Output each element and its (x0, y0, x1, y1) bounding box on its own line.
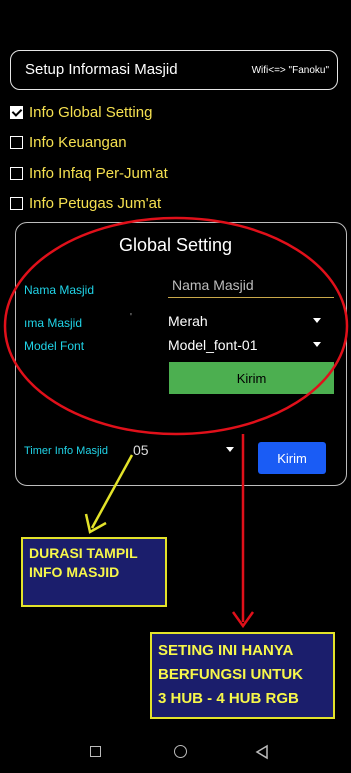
yellow-arrow-line (90, 454, 134, 529)
durasi-note: DURASI TAMPIL INFO MASJID (21, 537, 167, 607)
annotation-ellipse (3, 216, 349, 436)
durasi-line-1: DURASI TAMPIL (29, 545, 138, 561)
home-icon[interactable] (174, 745, 187, 758)
recent-apps-icon[interactable] (90, 746, 101, 757)
seting-line-1: SETING INI HANYA (158, 642, 294, 659)
seting-note: SETING INI HANYA BERFUNGSI UNTUK 3 HUB -… (150, 632, 335, 719)
navigation-bar (0, 730, 351, 773)
seting-line-3: 3 HUB - 4 HUB RGB (158, 690, 299, 707)
durasi-line-2: INFO MASJID (29, 564, 120, 580)
seting-line-2: BERFUNGSI UNTUK (158, 666, 303, 683)
back-icon[interactable] (255, 744, 269, 760)
